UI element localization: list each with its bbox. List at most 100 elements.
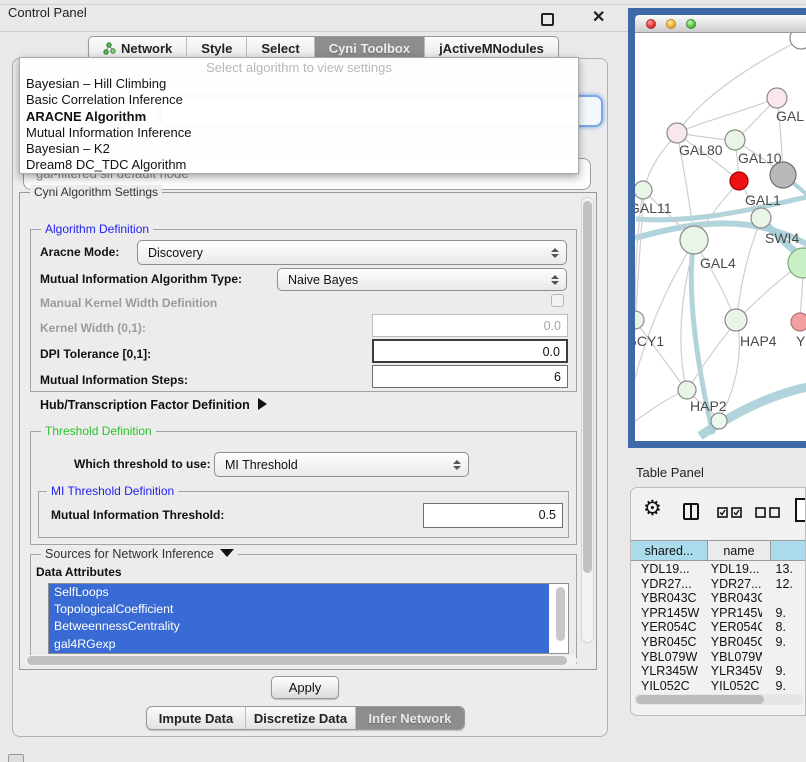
settings-vertical-scrollbar[interactable] [581, 197, 594, 643]
dropdown-item[interactable]: Mutual Information Inference [20, 125, 578, 141]
bottom-tab-infer-network[interactable]: Infer Network [356, 707, 464, 729]
network-node-gal4[interactable] [680, 226, 708, 254]
network-node[interactable] [788, 248, 806, 278]
columns-icon[interactable] [683, 503, 699, 520]
network-node-swi4[interactable] [751, 208, 771, 228]
table-cell: 12. [762, 577, 806, 592]
mi-steps-field[interactable]: 6 [372, 365, 568, 388]
new-table-icon[interactable] [795, 498, 806, 522]
close-traffic-light-icon[interactable] [646, 19, 656, 29]
network-node-gcy1[interactable] [635, 311, 644, 329]
mi-threshold-field[interactable]: 0.5 [423, 503, 563, 528]
table-cell: 8. [762, 620, 806, 635]
settings-horizontal-scrollbar[interactable] [25, 655, 577, 666]
network-node-gal10[interactable] [725, 130, 745, 150]
mi-threshold-group: MI Threshold Definition Mutual Informati… [38, 491, 569, 538]
float-window-icon[interactable] [541, 13, 554, 26]
network-edge[interactable] [679, 98, 777, 132]
network-node-gal80[interactable] [667, 123, 687, 143]
table-cell: YDR27... [631, 577, 703, 592]
network-node[interactable] [711, 413, 727, 429]
table-cell: YPR145W [703, 606, 762, 621]
zoom-traffic-light-icon[interactable] [686, 19, 696, 29]
select-all-checked-icon[interactable] [717, 507, 743, 518]
dropdown-item[interactable]: ARACNE Algorithm [20, 109, 578, 125]
table-cell: YER054C [631, 620, 703, 635]
table-row[interactable]: YDR27...YDR27...12. [631, 577, 805, 592]
table-row[interactable]: YPR145WYPR145W9. [631, 606, 805, 621]
node-label: HAP4 [740, 333, 777, 349]
dropdown-item[interactable]: Basic Correlation Inference [20, 92, 578, 108]
node-label: GAL [776, 108, 804, 124]
which-threshold-combo[interactable]: MI Threshold [214, 452, 469, 477]
dpi-tolerance-label: DPI Tolerance [0,1]: [40, 347, 151, 361]
column-header[interactable]: name [708, 541, 771, 560]
bottom-tab-discretize-data[interactable]: Discretize Data [246, 707, 356, 729]
network-node[interactable] [770, 162, 796, 188]
dropdown-item[interactable]: Bayesian – Hill Climbing [20, 76, 578, 92]
attribute-item[interactable]: TopologicalCoefficient [49, 601, 549, 618]
sources-expander[interactable]: Sources for Network Inference [41, 547, 238, 561]
table-row[interactable]: YER054CYER054C8. [631, 620, 805, 635]
hub-definition-expander[interactable]: Hub/Transcription Factor Definition [40, 398, 267, 412]
attribute-item[interactable]: BetweennessCentrality [49, 618, 549, 635]
table-cell: YBR043C [703, 591, 762, 606]
network-edge[interactable] [635, 391, 684, 425]
network-edge[interactable] [694, 242, 734, 318]
table-panel-title: Table Panel [636, 465, 704, 480]
network-node-hap4[interactable] [725, 309, 747, 331]
minimize-traffic-light-icon[interactable] [666, 19, 676, 29]
algorithm-definition-title: Algorithm Definition [41, 222, 153, 236]
manual-kernel-checkbox[interactable] [551, 294, 564, 307]
dropdown-item[interactable]: Bayesian – K2 [20, 141, 578, 157]
table-row[interactable]: YBL079WYBL079W [631, 650, 805, 665]
attribute-item[interactable]: gal4RGexp [49, 636, 549, 653]
network-edge[interactable] [635, 191, 644, 420]
network-edge[interactable] [737, 219, 761, 318]
collapse-down-icon [220, 549, 234, 557]
network-window-titlebar[interactable] [635, 15, 806, 33]
table-row[interactable]: YLR345WYLR345W9. [631, 664, 805, 679]
table-row[interactable]: YBR045CYBR045C9. [631, 635, 805, 650]
table-cell: YLR345W [703, 664, 762, 679]
column-header[interactable]: shared... [631, 541, 708, 560]
dpi-tolerance-field[interactable]: 0.0 [372, 339, 568, 363]
mi-type-combo[interactable]: Naive Bayes [277, 268, 567, 291]
close-icon[interactable]: ✕ [592, 8, 605, 28]
network-icon [103, 42, 116, 55]
minimized-panel-icon[interactable] [8, 754, 24, 762]
tab-label: Select [261, 41, 299, 56]
network-node-gal1[interactable] [730, 172, 748, 190]
network-node-y[interactable] [791, 313, 806, 331]
bottom-tab-impute-data[interactable]: Impute Data [147, 707, 246, 729]
data-attributes-list[interactable]: SelfLoopsTopologicalCoefficientBetweenne… [48, 583, 569, 654]
kernel-width-field[interactable]: 0.0 [372, 314, 568, 337]
network-node-gal11[interactable] [635, 181, 652, 199]
dropdown-item[interactable]: Dream8 DC_TDC Algorithm [20, 157, 578, 173]
bottom-tabbar: Impute DataDiscretize DataInfer Network [146, 706, 465, 730]
aracne-mode-label: Aracne Mode: [40, 245, 119, 259]
column-header[interactable] [771, 541, 806, 560]
table-row[interactable]: YBR043CYBR043C [631, 591, 805, 606]
network-node[interactable] [790, 33, 806, 49]
dropdown-placeholder: Select algorithm to view settings [20, 58, 578, 76]
network-canvas[interactable]: GALGAL80GAL10GAL1SWI4GAL11GAL4GCY1HAP4YH… [635, 33, 806, 441]
tab-label: Cyni Toolbox [329, 41, 410, 56]
gear-icon[interactable]: ⚙ [643, 496, 662, 521]
network-node-gal[interactable] [767, 88, 787, 108]
attribute-item[interactable]: SelfLoops [49, 584, 549, 601]
apply-button[interactable]: Apply [271, 676, 339, 699]
table-row[interactable]: YDL19...YDL19...13. [631, 562, 805, 577]
data-attributes-label: Data Attributes [36, 565, 122, 579]
network-node-hap2[interactable] [678, 381, 696, 399]
network-edge[interactable] [635, 242, 694, 390]
table-row[interactable]: YIL052CYIL052C9. [631, 679, 805, 694]
table-cell: YBR045C [631, 635, 703, 650]
table-cell: 13. [762, 562, 806, 577]
network-edge[interactable] [737, 265, 800, 320]
deselect-all-icon[interactable] [755, 507, 781, 518]
table-horizontal-scrollbar[interactable] [634, 694, 804, 705]
node-label: SWI4 [765, 230, 799, 246]
aracne-mode-combo[interactable]: Discovery [137, 240, 567, 265]
list-scrollbar-thumb[interactable] [556, 587, 565, 641]
